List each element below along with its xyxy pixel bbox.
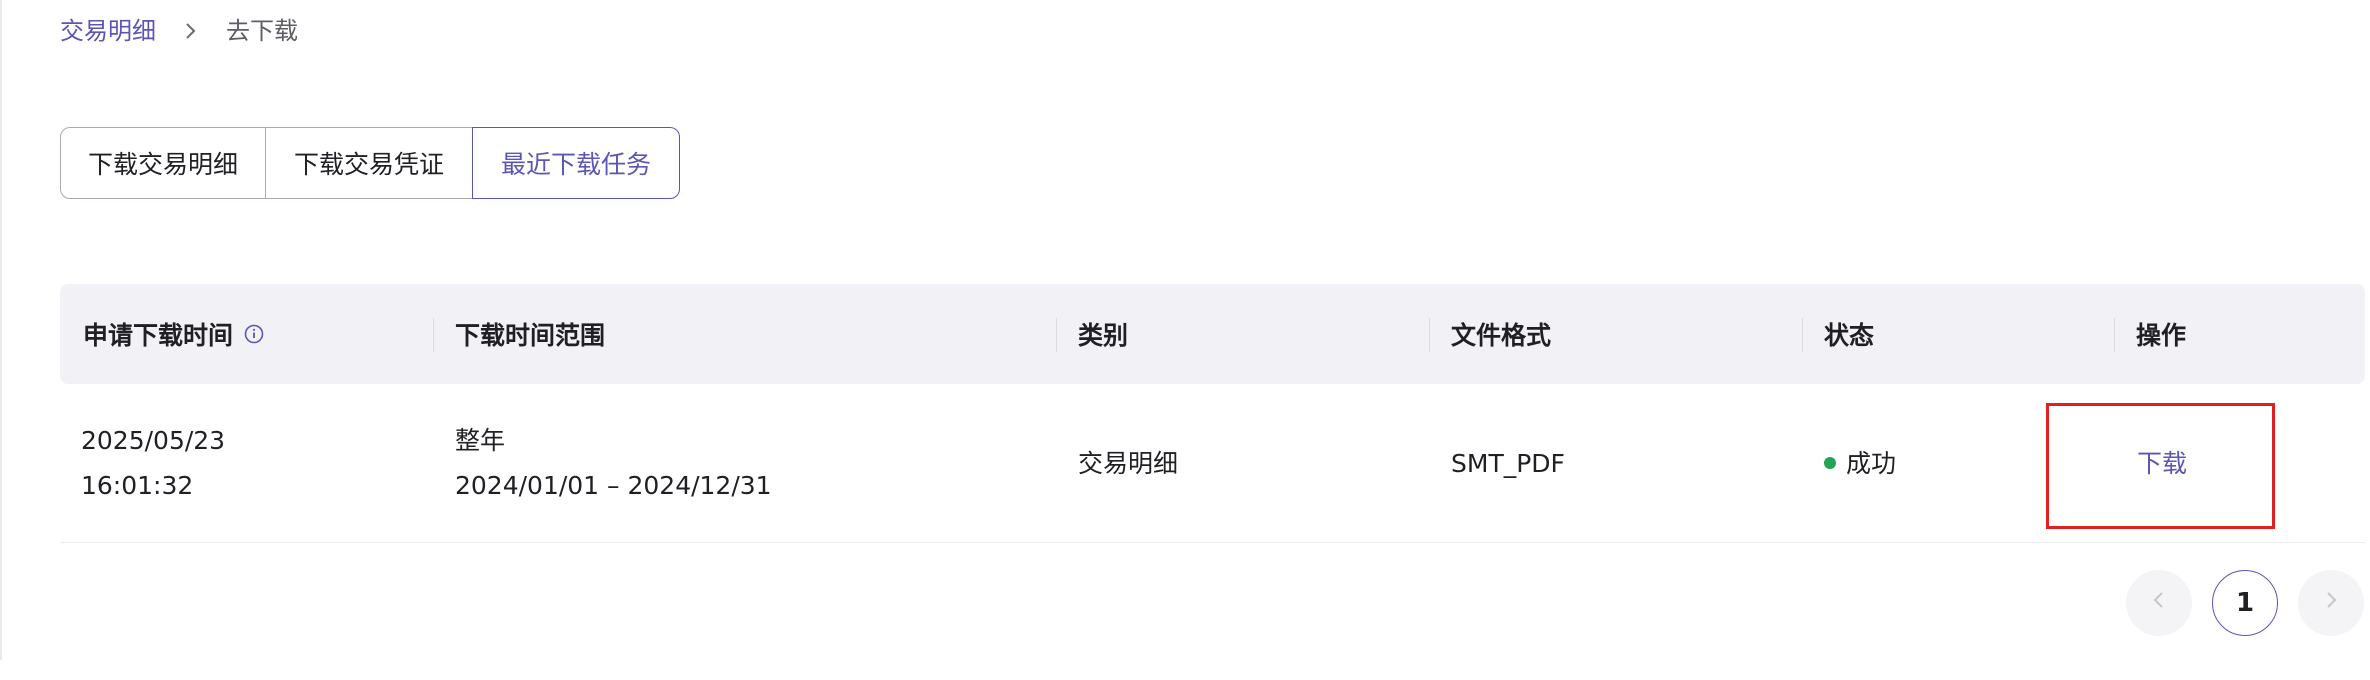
cell-request-time: 2025/05/23 16:01:32 xyxy=(81,418,225,508)
cell-range: 整年 2024/01/01 – 2024/12/31 xyxy=(455,418,772,508)
range-type: 整年 xyxy=(455,426,506,455)
download-tasks-page: 交易明细 去下载 下载交易明细 下载交易凭证 最近下载任务 申请下载时间 下载时… xyxy=(0,0,2370,680)
success-status-icon xyxy=(1824,457,1836,469)
header-request-time-label: 申请下载时间 xyxy=(83,321,234,350)
header-category: 类别 xyxy=(1078,321,1129,350)
status-label: 成功 xyxy=(1846,449,1897,478)
range-dates: 2024/01/01 – 2024/12/31 xyxy=(455,471,772,500)
cell-action: 下载 xyxy=(2137,441,2187,486)
breadcrumb: 交易明细 去下载 xyxy=(60,14,298,48)
prev-page-button[interactable] xyxy=(2126,570,2192,636)
download-button[interactable]: 下载 xyxy=(2137,449,2187,478)
next-page-button[interactable] xyxy=(2298,570,2364,636)
info-icon[interactable] xyxy=(243,323,265,345)
header-action: 操作 xyxy=(2136,321,2187,350)
header-divider xyxy=(1802,318,1803,352)
cell-category: 交易明细 xyxy=(1078,449,1179,478)
request-date: 2025/05/23 xyxy=(81,426,226,455)
table-row: 2025/05/23 16:01:32 整年 2024/01/01 – 2024… xyxy=(60,384,2365,543)
download-tasks-table: 申请下载时间 下载时间范围 类别 文件格式 状态 操作 2025/05/23 1… xyxy=(60,284,2365,543)
tab-download-transaction-vouchers[interactable]: 下载交易凭证 xyxy=(265,127,473,199)
chevron-right-icon xyxy=(2324,588,2338,618)
header-range: 下载时间范围 xyxy=(455,321,606,350)
tab-download-transaction-details[interactable]: 下载交易明细 xyxy=(60,127,266,199)
cell-status: 成功 xyxy=(1824,441,1896,486)
request-clock-time: 16:01:32 xyxy=(81,471,194,500)
header-divider xyxy=(2114,318,2115,352)
header-divider xyxy=(433,318,434,352)
header-request-time: 申请下载时间 xyxy=(83,284,265,384)
header-format: 文件格式 xyxy=(1451,321,1552,350)
tab-recent-download-tasks[interactable]: 最近下载任务 xyxy=(472,127,680,199)
table-header: 申请下载时间 下载时间范围 类别 文件格式 状态 操作 xyxy=(60,284,2365,384)
breadcrumb-transaction-details[interactable]: 交易明细 xyxy=(60,14,156,48)
cell-format: SMT_PDF xyxy=(1451,449,1565,478)
header-divider xyxy=(1429,318,1430,352)
chevron-left-icon xyxy=(2152,588,2166,618)
left-divider xyxy=(0,0,2,660)
page-number-button[interactable]: 1 xyxy=(2212,570,2278,636)
pagination: 1 xyxy=(2126,570,2364,636)
download-tabs: 下载交易明细 下载交易凭证 最近下载任务 xyxy=(60,127,680,199)
breadcrumb-current: 去下载 xyxy=(226,17,298,45)
header-status: 状态 xyxy=(1824,321,1875,350)
header-divider xyxy=(1056,318,1057,352)
chevron-right-icon xyxy=(180,20,202,42)
